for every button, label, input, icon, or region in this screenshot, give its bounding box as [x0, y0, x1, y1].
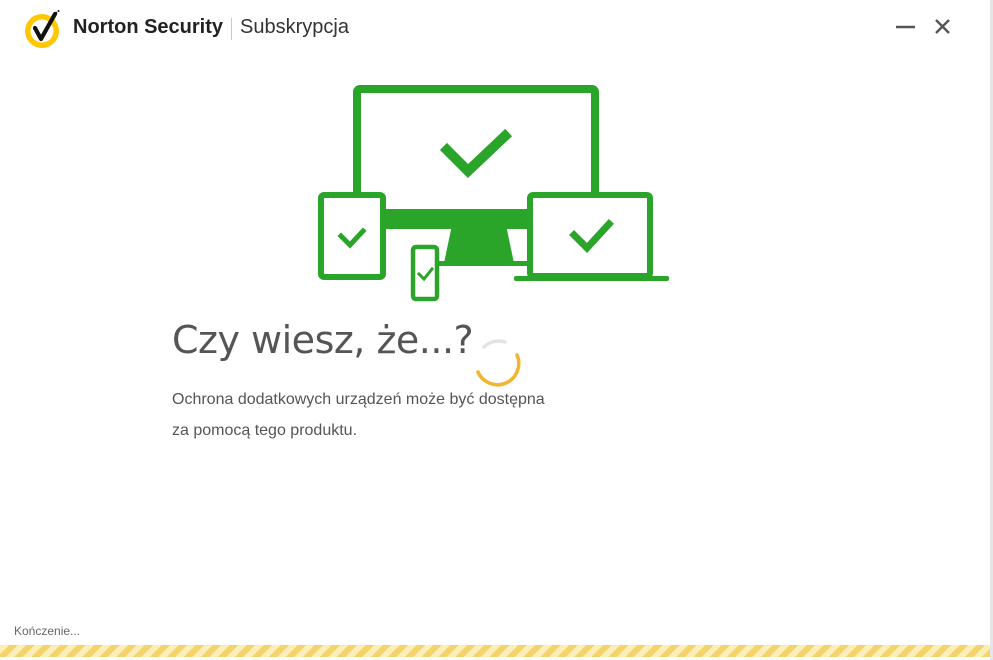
tip-body-line: Ochrona dodatkowych urządzeń może być do… — [172, 391, 545, 408]
page-title: Subskrypcja — [240, 16, 349, 38]
loading-spinner-icon — [476, 339, 521, 387]
devices-protected-illustration — [318, 85, 669, 302]
laptop-icon — [514, 192, 669, 281]
app-brand: Norton Security — [73, 16, 224, 38]
norton-window: Norton Security Subskrypcja Czy wiesz, ż… — [0, 0, 993, 660]
close-button[interactable] — [930, 14, 956, 40]
tip-heading: Czy wiesz, że...? — [172, 318, 474, 362]
phone-icon — [410, 244, 440, 302]
title-bar: Norton Security Subskrypcja — [0, 0, 993, 58]
tip-body-line: za pomocą tego produktu. — [172, 422, 358, 439]
tip-body: Ochrona dodatkowych urządzeń może być do… — [172, 384, 612, 446]
title-divider — [231, 18, 232, 40]
status-text: Kończenie... — [14, 624, 81, 638]
minimize-button[interactable] — [893, 14, 919, 40]
close-icon — [935, 19, 950, 34]
norton-checkmark-logo-icon — [25, 10, 60, 48]
tablet-icon — [318, 192, 386, 280]
progress-bar — [0, 645, 990, 657]
